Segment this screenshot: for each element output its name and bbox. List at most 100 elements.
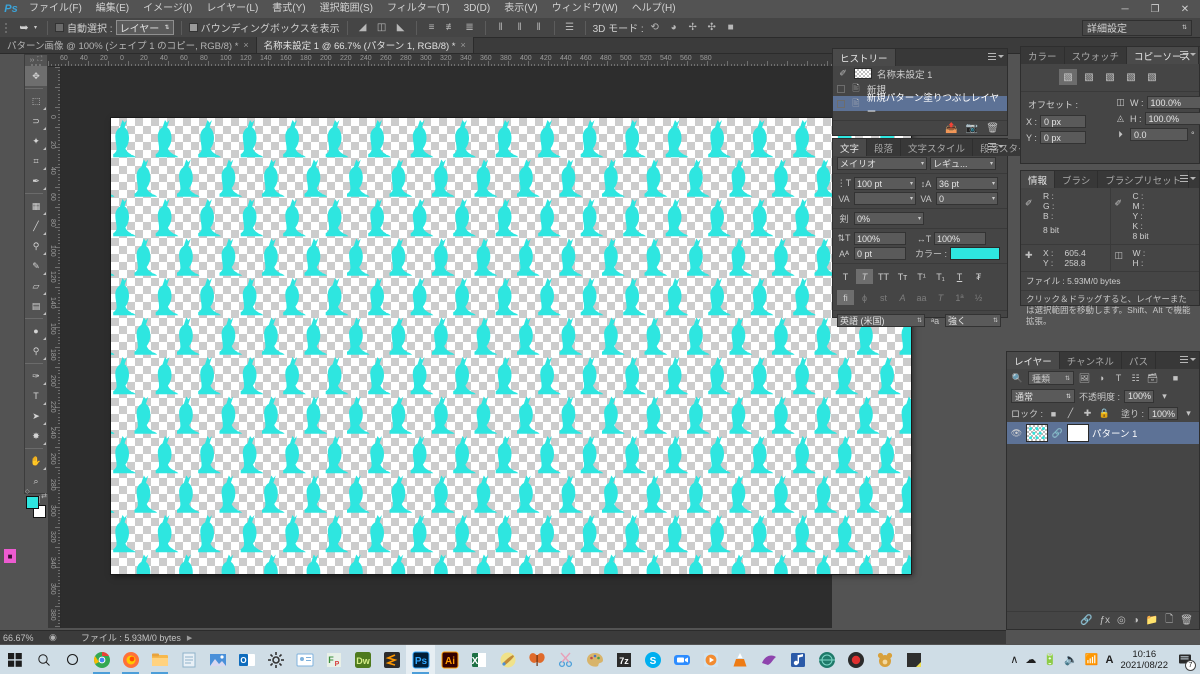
font-size-input[interactable]: 100 pt ▾ xyxy=(854,177,916,190)
vertical-scale-input[interactable]: 100% xyxy=(854,232,906,245)
clone-source-slot-3-icon[interactable]: ▧ xyxy=(1101,69,1119,85)
clone-source-slot-1-icon[interactable]: ▧ xyxy=(1059,69,1077,85)
vlc-icon[interactable] xyxy=(725,645,754,674)
status-menu-arrow-icon[interactable]: ▶ xyxy=(187,634,192,642)
tab-history[interactable]: ヒストリー xyxy=(833,49,896,66)
align-left-edges-icon[interactable]: ◢ xyxy=(355,20,371,36)
document-tab-pattern-image[interactable]: パターン画像 @ 100% (シェイプ 1 のコピー, RGB/8) * × xyxy=(0,37,257,53)
swap-colors-icon[interactable]: ⇄ xyxy=(41,492,47,500)
notification-center-icon[interactable]: 7 xyxy=(1175,650,1195,670)
spot-healing-brush-tool[interactable]: ▦ xyxy=(25,196,47,216)
close-icon[interactable]: × xyxy=(243,40,248,50)
clone-source-slot-2-icon[interactable]: ▧ xyxy=(1080,69,1098,85)
fontviewer-icon[interactable]: FP xyxy=(319,645,348,674)
ordinals-button[interactable]: 1ª xyxy=(951,290,968,305)
butterfly-icon[interactable] xyxy=(522,645,551,674)
menu-select[interactable]: 選択範囲(S) xyxy=(313,0,380,18)
tab-brush[interactable]: ブラシ xyxy=(1055,171,1098,188)
align-right-edges-icon[interactable]: ◣ xyxy=(393,20,409,36)
anti-alias-dropdown[interactable]: 強く ⇅ xyxy=(945,314,1001,327)
link-icon[interactable]: 🔗 xyxy=(1051,427,1064,440)
crop-tool[interactable]: ⌗ xyxy=(25,151,47,171)
faux-bold-button[interactable]: T xyxy=(837,269,854,284)
search-icon[interactable] xyxy=(29,645,58,674)
history-source-checkbox[interactable] xyxy=(837,100,845,108)
lock-transparent-icon[interactable]: ■ xyxy=(1047,407,1060,420)
eyedropper-tool[interactable]: ✒ xyxy=(25,171,47,191)
horizontal-scale-input[interactable]: 100% xyxy=(934,232,986,245)
volume-icon[interactable]: 🔈 xyxy=(1064,653,1078,666)
dragon-icon[interactable] xyxy=(754,645,783,674)
distribute-vertical-center-icon[interactable]: ‖ xyxy=(512,20,528,36)
menu-window[interactable]: ウィンドウ(W) xyxy=(545,0,625,18)
underline-button[interactable]: T xyxy=(951,269,968,284)
illustrator-icon[interactable]: Ai xyxy=(435,645,464,674)
blend-mode-dropdown[interactable]: 通常 ⇅ xyxy=(1011,389,1075,403)
baseline-shift-input[interactable]: 0 pt xyxy=(854,247,906,260)
document-canvas[interactable] xyxy=(111,118,911,574)
7zip-icon[interactable]: 7z xyxy=(609,645,638,674)
type-filter-icon[interactable]: T xyxy=(1112,372,1125,385)
align-horizontal-centers-icon[interactable]: ◫ xyxy=(374,20,390,36)
layer-name[interactable]: パターン 1 xyxy=(1092,426,1137,440)
tab-layers[interactable]: レイヤー xyxy=(1007,352,1060,369)
adjustment-filter-icon[interactable]: ◑ xyxy=(1095,372,1108,385)
firefox-icon[interactable] xyxy=(116,645,145,674)
photos-icon[interactable] xyxy=(203,645,232,674)
settings-icon[interactable] xyxy=(261,645,290,674)
path-selection-tool[interactable]: ➤ xyxy=(25,406,47,426)
layer-visibility-icon[interactable]: 👁 xyxy=(1010,428,1023,439)
active-tool-preset[interactable]: ➥ ▾ xyxy=(13,19,40,37)
new-group-icon[interactable]: 📁 xyxy=(1146,615,1158,626)
options-bar-grip[interactable] xyxy=(2,19,10,37)
language-dropdown[interactable]: 英語 (米国) ⇅ xyxy=(837,314,925,327)
distribute-horizontal-icon[interactable]: ☰ xyxy=(562,20,578,36)
paint-icon[interactable] xyxy=(493,645,522,674)
new-document-from-state-icon[interactable]: 📤 xyxy=(945,123,957,134)
menu-image[interactable]: イメージ(I) xyxy=(136,0,199,18)
canvas-area[interactable] xyxy=(48,54,832,628)
delete-icon[interactable]: 🗑 xyxy=(986,123,999,134)
vertical-ruler[interactable]: 0204060801001201401601802002202402602803… xyxy=(48,67,61,628)
zoom-level[interactable]: 66.67% xyxy=(3,633,43,643)
minimize-button[interactable]: ─ xyxy=(1110,0,1140,18)
document-tab-untitled-1[interactable]: 名称未設定 1 @ 66.7% (パターン 1, RGB/8) * × xyxy=(257,37,474,53)
eraser-tool[interactable]: ▱ xyxy=(25,276,47,296)
menu-file[interactable]: ファイル(F) xyxy=(22,0,89,18)
gradient-tool[interactable]: ▤ xyxy=(25,296,47,316)
show-bounding-box-checkbox[interactable] xyxy=(189,23,198,32)
offset-y-input[interactable]: 0 px xyxy=(1040,131,1086,144)
chrome-icon[interactable] xyxy=(87,645,116,674)
battery-icon[interactable]: 🔋 xyxy=(1043,653,1057,666)
small-caps-button[interactable]: Tᴛ xyxy=(894,269,911,284)
music-icon[interactable] xyxy=(783,645,812,674)
offset-x-input[interactable]: 0 px xyxy=(1040,115,1086,128)
font-family-dropdown[interactable]: メイリオ ▾ xyxy=(837,157,927,170)
pen-tool[interactable]: ✑ xyxy=(25,366,47,386)
scissors-icon[interactable] xyxy=(551,645,580,674)
tab-info[interactable]: 情報 xyxy=(1021,171,1055,188)
history-snapshot-row[interactable]: ✐ 名称未設定 1 xyxy=(833,66,1007,81)
notepad-icon[interactable] xyxy=(174,645,203,674)
tab-color[interactable]: カラー xyxy=(1021,47,1065,64)
titling-alternates-button[interactable]: T xyxy=(932,290,949,305)
tracking-input[interactable]: 0 ▾ xyxy=(936,192,998,205)
globe-icon[interactable] xyxy=(812,645,841,674)
superscript-button[interactable]: T¹ xyxy=(913,269,930,284)
layer-row-pattern-1[interactable]: 👁 🔗 パターン 1 xyxy=(1007,422,1199,444)
delete-layer-icon[interactable]: 🗑 xyxy=(1180,615,1193,626)
palette-icon[interactable] xyxy=(580,645,609,674)
tab-character-styles[interactable]: 文字スタイル xyxy=(901,139,973,156)
menu-layer[interactable]: レイヤー(L) xyxy=(199,0,265,18)
chevron-up-icon[interactable]: ∧ xyxy=(1010,653,1018,666)
menu-help[interactable]: ヘルプ(H) xyxy=(625,0,683,18)
magic-wand-tool[interactable]: ✦ xyxy=(25,131,47,151)
dodge-tool[interactable]: ⚲ xyxy=(25,341,47,361)
layer-thumbnail[interactable] xyxy=(1026,424,1048,442)
hand-tool[interactable]: ✋ xyxy=(25,451,47,471)
leading-input[interactable]: 36 pt ▾ xyxy=(936,177,998,190)
zoom-icon[interactable] xyxy=(667,645,696,674)
custom-shape-tool[interactable]: ✸ xyxy=(25,426,47,446)
skype-icon[interactable]: S xyxy=(638,645,667,674)
filter-toggle-icon[interactable]: ■ xyxy=(1169,372,1182,385)
